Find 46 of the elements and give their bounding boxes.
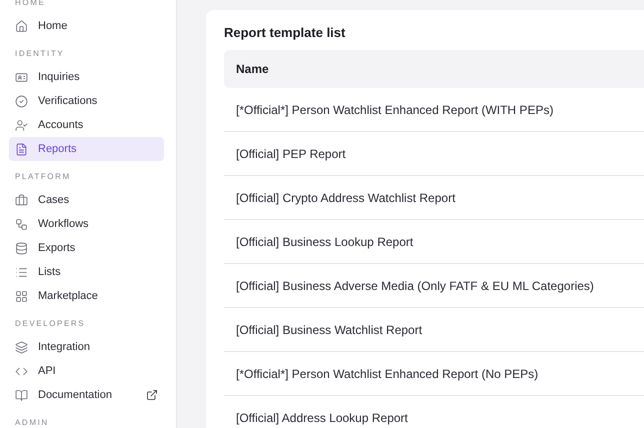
nav-item[interactable]: Cases	[9, 188, 164, 212]
nav-item[interactable]: Home	[9, 14, 164, 38]
home-icon	[15, 20, 28, 32]
layers-icon	[15, 340, 28, 354]
table-row[interactable]: [*Official*] Person Watchlist Enhanced Report (WITH PEPs)	[224, 88, 644, 132]
column-header: Name	[236, 62, 269, 76]
book-icon	[15, 388, 28, 402]
table-row[interactable]: [Official] Address Lookup Report	[224, 396, 644, 428]
section-label: IDENTITY	[14, 48, 66, 60]
briefcase-icon	[15, 194, 28, 206]
nav-item[interactable]: Accounts	[9, 113, 164, 137]
report-name: [Official] Business Watchlist Report	[236, 322, 422, 336]
nav-item[interactable]: Documentation	[9, 383, 164, 407]
nav-item[interactable]: API	[9, 359, 164, 383]
nav-item[interactable]: Lists	[9, 260, 164, 284]
nav-item[interactable]: Integration	[9, 335, 164, 359]
workflow-icon	[15, 218, 28, 230]
nav-item[interactable]: Reports	[9, 137, 164, 161]
report-name: [Official] Crypto Address Watchlist Report	[236, 190, 456, 204]
nav-item[interactable]: Marketplace	[9, 284, 164, 308]
report-name: [Official] Business Adverse Media (Only FATF & EU ML Categories)	[236, 278, 594, 292]
nav-item[interactable]: Exports	[9, 236, 164, 260]
report-name: [Official] Business Lookup Report	[236, 234, 414, 248]
table-row[interactable]: [Official] Business Adverse Media (Only FATF & EU ML Categories)	[224, 264, 644, 308]
database-icon	[15, 242, 28, 254]
table-row[interactable]: [*Official*] Person Watchlist Enhanced Report (No PEPs)	[224, 352, 644, 396]
report-name: [*Official*] Person Watchlist Enhanced Report (WITH PEPs)	[236, 102, 554, 116]
nav-item[interactable]: Verifications	[9, 89, 164, 113]
card-title: Report template list	[224, 25, 346, 40]
table-row[interactable]: [Official] PEP Report	[224, 132, 644, 176]
check-circle-icon	[15, 94, 28, 108]
table-row[interactable]: [Official] Crypto Address Watchlist Report	[224, 176, 644, 220]
user-check-icon	[15, 118, 28, 132]
table-row[interactable]: [Official] Business Watchlist Report	[224, 308, 644, 352]
report-name: [Official] PEP Report	[236, 146, 346, 160]
grid-icon	[15, 290, 28, 302]
section-label: DEVELOPERS	[14, 318, 86, 330]
report-name: [*Official*] Person Watchlist Enhanced Report (No PEPs)	[236, 366, 538, 380]
report-name: [Official] Address Lookup Report	[236, 410, 408, 424]
table-row[interactable]: [Official] Business Lookup Report	[224, 220, 644, 264]
nav-item[interactable]: Workflows	[9, 212, 164, 236]
section-label: PLATFORM	[14, 171, 72, 183]
document-icon	[15, 142, 28, 156]
section-label: ADMIN	[14, 417, 50, 428]
id-card-icon	[15, 70, 28, 84]
nav-item[interactable]: Inquiries	[9, 65, 164, 89]
